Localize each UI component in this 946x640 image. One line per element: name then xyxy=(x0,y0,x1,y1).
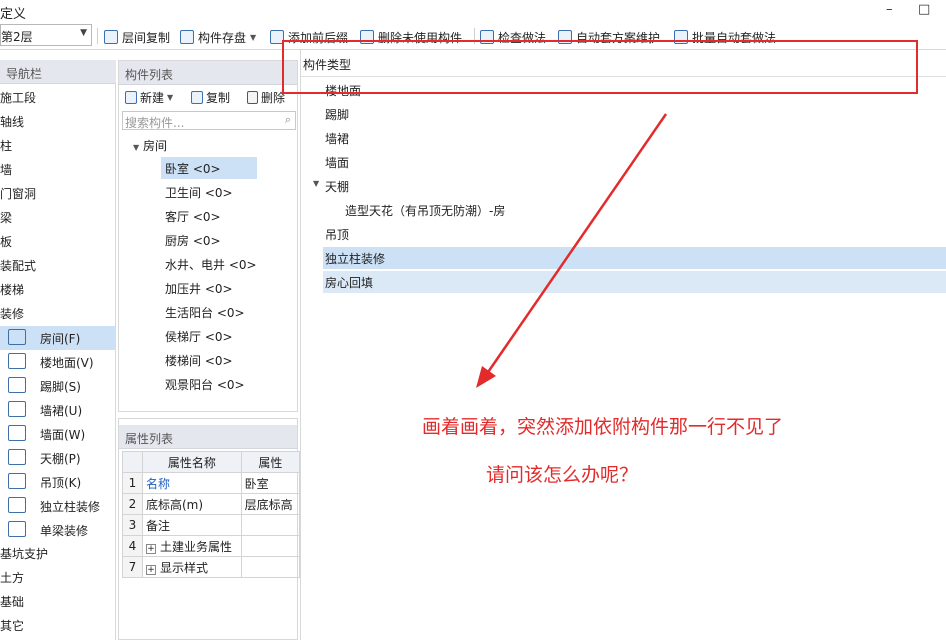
annotation-arrow xyxy=(476,113,668,388)
arrow-shaft xyxy=(482,113,668,379)
annotation-line-1: 画着画着，突然添加依附构件那一行不见了 xyxy=(422,416,784,438)
arrow-head xyxy=(476,366,496,388)
annotation-line-2: 请问该怎么办呢？ xyxy=(486,464,639,486)
